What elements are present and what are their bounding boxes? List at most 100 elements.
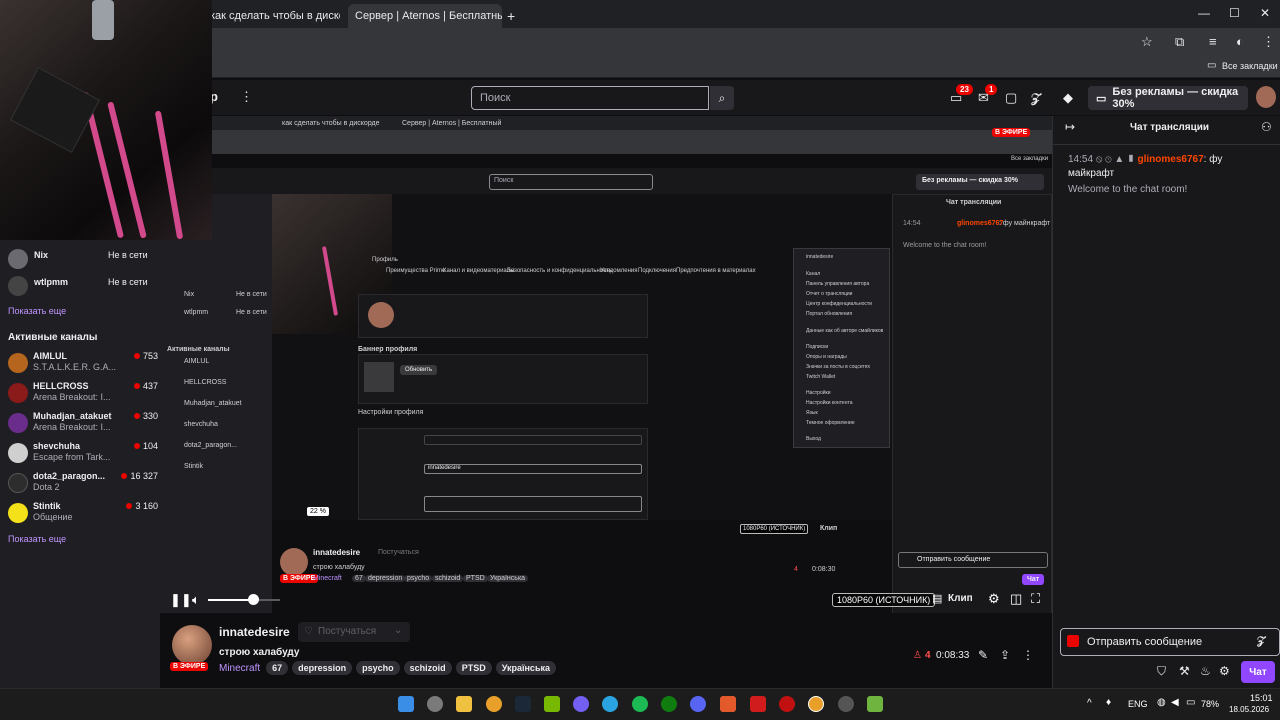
chat-username[interactable]: glinomes6767 bbox=[1137, 154, 1203, 165]
chrome-icon[interactable] bbox=[486, 696, 502, 712]
telegram-icon[interactable] bbox=[602, 696, 618, 712]
follow-label: Постучаться bbox=[318, 626, 377, 637]
star-icon[interactable]: ☆ bbox=[1141, 34, 1153, 50]
pause-icon[interactable]: ❚❚ bbox=[170, 592, 192, 608]
prime-icon[interactable]: 𝒵 bbox=[1031, 90, 1041, 106]
file-explorer-icon[interactable] bbox=[456, 696, 472, 712]
show-more-link[interactable]: Показать еще bbox=[8, 534, 66, 544]
minimize-icon[interactable]: — bbox=[1198, 6, 1210, 20]
video-player[interactable]: как сделать чтобы в дискорде Сервер | At… bbox=[160, 116, 1052, 613]
chat-send-button[interactable]: Чат bbox=[1241, 661, 1275, 683]
more-icon[interactable]: ⋮ bbox=[240, 89, 253, 105]
media-icon[interactable]: ≡ bbox=[1209, 34, 1217, 49]
sidebar-channel-aimlul[interactable]: AIMLUL S.T.A.L.K.E.R. G.A... 753 bbox=[8, 349, 158, 379]
browser-menu-icon[interactable]: ⋮ bbox=[1262, 34, 1275, 50]
theatre-mode-icon[interactable]: ◫ bbox=[1010, 591, 1022, 607]
window-close-icon[interactable]: ✕ bbox=[1260, 6, 1270, 20]
extensions-icon[interactable]: ⧉ bbox=[1175, 34, 1184, 50]
prime-emote-icon[interactable]: 𝒵 bbox=[1257, 635, 1265, 648]
viber-icon[interactable] bbox=[573, 696, 589, 712]
community-icon[interactable]: ⚇ bbox=[1261, 120, 1272, 134]
tag[interactable]: depression bbox=[292, 661, 353, 675]
ad-free-button[interactable]: ▭ Без рекламы — скидка 30% bbox=[1088, 86, 1248, 110]
channel-name: AIMLUL bbox=[33, 351, 67, 361]
microphone-app-icon[interactable] bbox=[720, 696, 736, 712]
profile-icon[interactable]: ◐ bbox=[1236, 34, 1244, 49]
shield-icon[interactable]: ⛉ bbox=[1157, 664, 1166, 679]
sidebar-channel-muhadjan[interactable]: Muhadjan_atakuet Arena Breakout: I... 33… bbox=[8, 409, 158, 439]
show-more-link[interactable]: Показать еще bbox=[8, 306, 66, 316]
avatar bbox=[8, 503, 28, 523]
share-icon[interactable]: ⇪ bbox=[1000, 648, 1010, 662]
clip-button[interactable]: Клип bbox=[948, 593, 973, 604]
bits-icon[interactable]: ♨ bbox=[1200, 664, 1211, 678]
chat-input[interactable]: Отправить сообщение 𝒵 bbox=[1060, 628, 1280, 656]
new-tab-button[interactable]: + bbox=[507, 4, 515, 28]
clock-time[interactable]: 15:01 bbox=[1250, 693, 1273, 703]
volume-slider-handle[interactable] bbox=[248, 594, 259, 605]
tag[interactable]: 67 bbox=[266, 661, 289, 675]
volume-icon[interactable]: 🔈︎ bbox=[192, 592, 200, 608]
search-button[interactable]: ⌕ bbox=[710, 86, 734, 110]
heart-icon: ♡ bbox=[304, 626, 313, 637]
tag[interactable]: Українська bbox=[495, 661, 556, 675]
all-bookmarks-link[interactable]: Все закладки bbox=[1222, 61, 1278, 71]
emote-icon[interactable] bbox=[1067, 635, 1079, 647]
clock-date[interactable]: 18.05.2026 bbox=[1229, 705, 1269, 714]
avatar[interactable] bbox=[172, 625, 212, 665]
clip-icon[interactable]: ▤ bbox=[932, 592, 942, 605]
tag[interactable]: PTSD bbox=[455, 661, 492, 675]
app-icon[interactable] bbox=[838, 696, 854, 712]
spotify-icon[interactable] bbox=[632, 696, 648, 712]
whispers-icon[interactable]: ▢ bbox=[1005, 90, 1017, 106]
more-options-icon[interactable]: ⋮ bbox=[1022, 648, 1034, 662]
browser-tab-aternos[interactable]: Сервер | Aternos | Бесплатный ✕ bbox=[348, 4, 502, 28]
windows-start-icon[interactable] bbox=[398, 696, 414, 712]
launcher-icon[interactable] bbox=[750, 696, 766, 712]
bits-icon[interactable]: ◆ bbox=[1063, 90, 1073, 106]
person-status: Не в сети bbox=[108, 250, 148, 260]
settings-icon[interactable]: ⚙ bbox=[988, 591, 1000, 607]
chat-settings-icon[interactable]: ⚙ bbox=[1219, 664, 1230, 678]
follow-button[interactable]: Постучаться ♡ ⌄ bbox=[298, 622, 410, 642]
battery-icon[interactable]: ▭ bbox=[1186, 697, 1195, 708]
settings-tab: Канал и видеоматериалы bbox=[443, 268, 515, 274]
streamer-name[interactable]: innatedesire bbox=[219, 625, 290, 639]
sidebar-channel-stintik[interactable]: Stintik Общение 3 160 bbox=[8, 499, 158, 529]
sidebar-person-nix[interactable]: Nix Не в сети bbox=[8, 246, 158, 272]
nested-chat-msg: : фу майнкрафт bbox=[999, 220, 1051, 227]
battery-level: 78% bbox=[1201, 699, 1220, 709]
tools-icon[interactable]: ⚒ bbox=[1179, 664, 1190, 678]
settings-app-icon[interactable] bbox=[427, 696, 443, 712]
avatar[interactable] bbox=[1256, 86, 1276, 108]
collapse-chat-icon[interactable]: ↦ bbox=[1065, 120, 1075, 134]
edit-icon[interactable]: ✎ bbox=[978, 648, 988, 662]
maximize-icon[interactable]: ☐ bbox=[1229, 6, 1240, 20]
network-icon[interactable]: ◍ bbox=[1157, 697, 1166, 708]
nested-tag: 67 bbox=[352, 575, 366, 582]
sidebar-channel-hellcross[interactable]: HELLCROSS Arena Breakout: I... 437 bbox=[8, 379, 158, 409]
discord-icon[interactable] bbox=[690, 696, 706, 712]
nvidia-icon[interactable] bbox=[544, 696, 560, 712]
menu-item: Настройки контента bbox=[806, 400, 853, 406]
language-indicator[interactable]: ENG bbox=[1128, 699, 1148, 709]
search-input[interactable]: Поиск bbox=[471, 86, 709, 110]
fullscreen-icon[interactable]: ⛶ bbox=[1031, 591, 1040, 607]
tag[interactable]: psycho bbox=[356, 661, 400, 675]
recorder-icon[interactable] bbox=[779, 696, 795, 712]
speaker-icon[interactable]: ◀ bbox=[1171, 697, 1179, 708]
steam-icon[interactable] bbox=[515, 696, 531, 712]
sidebar-channel-shevchuha[interactable]: shevchuha Escape from Tark... 104 bbox=[8, 439, 158, 469]
chrome-active-icon[interactable] bbox=[808, 696, 824, 712]
channel-viewers: 753 bbox=[134, 351, 158, 361]
sidebar-person-wtlpmm[interactable]: wtlpmm Не в сети bbox=[8, 273, 158, 299]
nested-tab: как сделать чтобы в дискорде bbox=[282, 120, 380, 127]
browser-tab-discord[interactable]: как сделать чтобы в дискорде ✕ bbox=[210, 4, 340, 28]
game-link[interactable]: Minecraft bbox=[219, 663, 260, 674]
sidebar-channel-dota2[interactable]: dota2_paragon... Dota 2 16 327 bbox=[8, 469, 158, 499]
nested-streamer: innatedesire bbox=[313, 548, 361, 557]
minecraft-icon[interactable] bbox=[867, 696, 883, 712]
tray-expand-icon[interactable]: ^ bbox=[1087, 698, 1092, 709]
tag[interactable]: schizoid bbox=[403, 661, 452, 675]
xbox-icon[interactable] bbox=[661, 696, 677, 712]
